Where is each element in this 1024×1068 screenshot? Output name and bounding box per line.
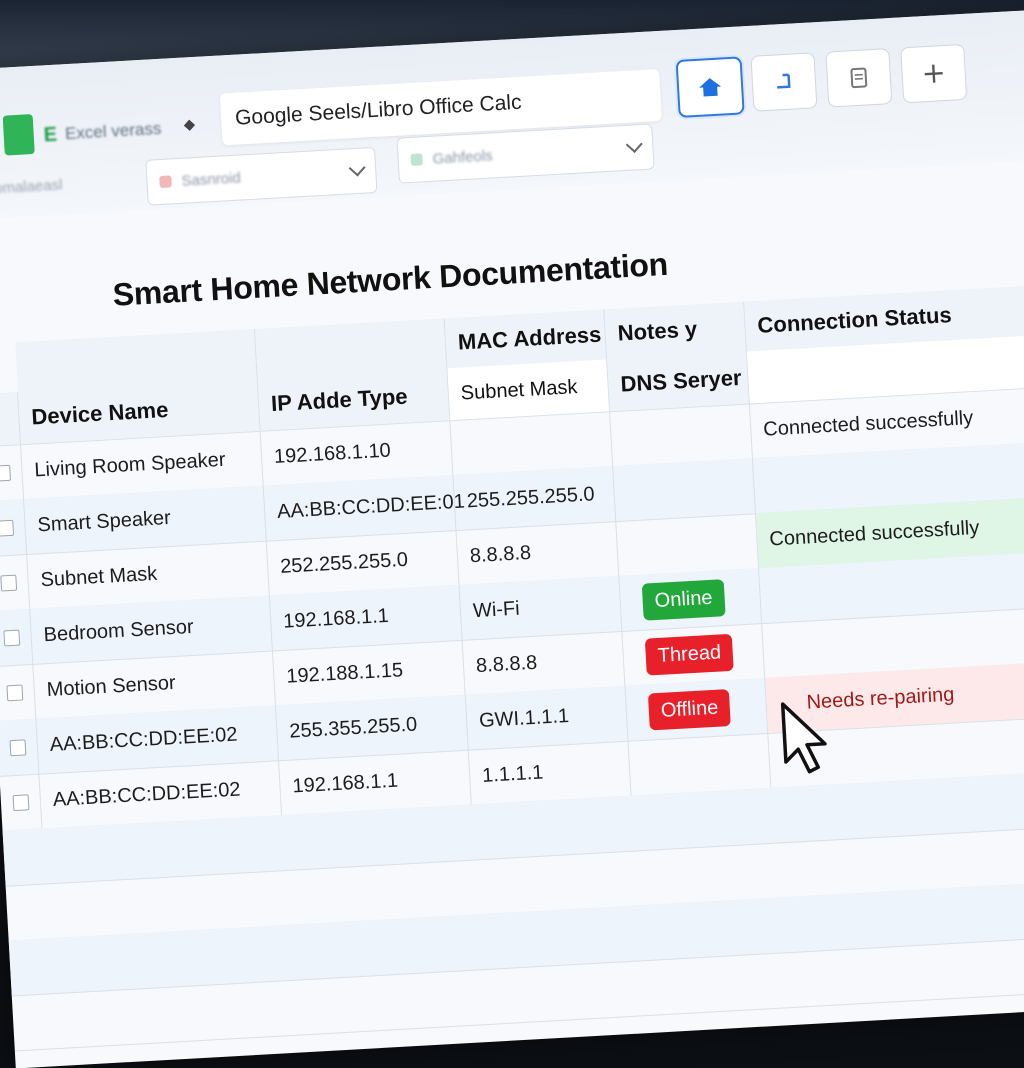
app-accent-strip: [3, 114, 35, 156]
cell-notes[interactable]: [610, 403, 753, 466]
cell-notes[interactable]: [628, 733, 771, 796]
cell-notes[interactable]: Online: [619, 568, 762, 631]
document-icon: [848, 66, 869, 89]
header-mac[interactable]: MAC Address: [445, 309, 608, 368]
cell-mac[interactable]: GWI.1.1.1: [466, 686, 629, 750]
spreadsheet-window: E Excel verass Google Seels/Libro Office…: [0, 7, 1024, 1068]
header-dns-server[interactable]: DNS Seryer: [607, 352, 750, 412]
row-checkbox-cell[interactable]: [0, 664, 36, 721]
cell-mac[interactable]: 8.8.8.8: [463, 631, 626, 695]
row-checkbox[interactable]: [0, 519, 14, 536]
status-badge-online[interactable]: Online: [642, 579, 726, 621]
excel-tab-label: Excel verass: [65, 119, 162, 144]
row-checkbox-cell[interactable]: [0, 554, 30, 611]
add-button[interactable]: [900, 44, 967, 103]
row-checkbox-cell[interactable]: [0, 444, 24, 501]
row-checkbox-cell[interactable]: [0, 609, 33, 666]
dropdown-right-label: Gahfeols: [432, 139, 629, 167]
row-checkbox[interactable]: [6, 684, 23, 701]
app-title: Google Seels/Libro Office Calc: [234, 91, 522, 131]
cell-mac[interactable]: 255.255.255.0: [453, 466, 616, 530]
cell-notes[interactable]: [616, 513, 759, 576]
cell-mac[interactable]: Wi-Fi: [460, 576, 623, 640]
row-checkbox[interactable]: [0, 464, 11, 481]
status-badge-offline[interactable]: Offline: [648, 689, 731, 730]
diamond-icon: [184, 120, 195, 131]
cell-mac[interactable]: [450, 411, 613, 475]
row-checkbox[interactable]: [13, 794, 30, 811]
header-subnet-mask[interactable]: Subnet Mask: [447, 359, 610, 420]
frame-icon: [772, 70, 795, 93]
excel-tab[interactable]: E Excel verass: [43, 111, 163, 154]
row-checkbox-cell[interactable]: [0, 499, 27, 556]
row-checkbox-cell[interactable]: [0, 719, 39, 776]
dropdown-left[interactable]: Sasnroid: [145, 147, 377, 206]
cell-mac[interactable]: 8.8.8.8: [456, 521, 619, 585]
page-title: Smart Home Network Documentation: [112, 246, 669, 314]
home-button[interactable]: [676, 56, 745, 118]
status-badge-thread[interactable]: Thread: [645, 634, 734, 676]
cell-mac[interactable]: 1.1.1.1: [469, 741, 632, 805]
cell-notes[interactable]: Thread: [622, 623, 765, 686]
cell-notes[interactable]: Offline: [625, 678, 768, 741]
cell-notes[interactable]: [613, 458, 756, 521]
row-checkbox[interactable]: [3, 629, 20, 646]
header-notes[interactable]: Notes y: [604, 302, 747, 360]
plus-icon: [921, 61, 946, 86]
row-checkbox[interactable]: [0, 574, 17, 591]
dropdown-left-icon: [159, 175, 172, 188]
document-button[interactable]: [825, 48, 892, 107]
dropdown-right-icon: [410, 153, 423, 166]
frame-button[interactable]: [750, 52, 817, 111]
mouse-cursor-icon: [778, 697, 834, 780]
dropdown-left-label: Sasnroid: [181, 163, 352, 189]
home-icon: [697, 75, 724, 98]
row-checkbox-cell[interactable]: [0, 774, 42, 831]
row-checkbox[interactable]: [9, 739, 26, 756]
excel-icon: E: [43, 123, 58, 147]
sidebar-dropdown-label[interactable]: Ilomalaeasl: [0, 176, 63, 197]
